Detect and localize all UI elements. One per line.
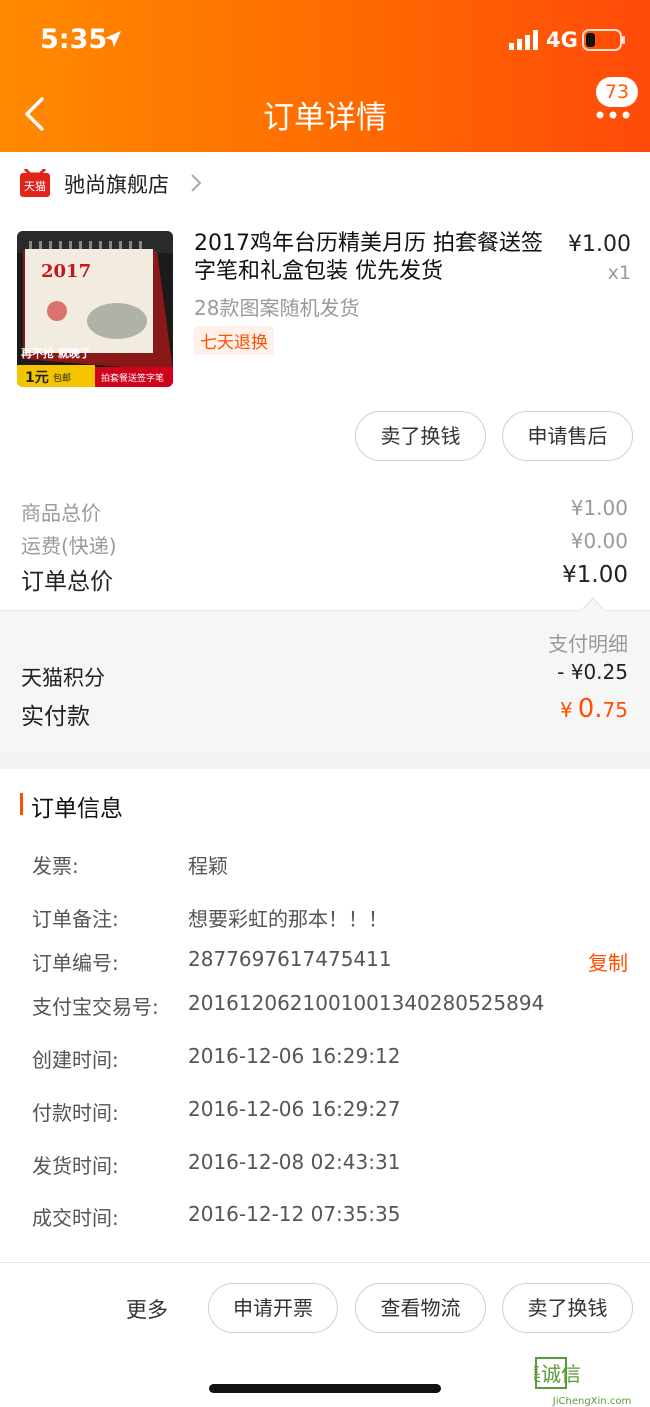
request-invoice-button[interactable]: 申请开票: [208, 1283, 338, 1333]
product-image-promo-sub: 包邮: [53, 372, 71, 384]
order-number-value: 2877697617475411: [188, 947, 392, 971]
watermark-logo: 集诚信 JiChengXin.com: [534, 1357, 631, 1407]
chevron-right-icon: [191, 174, 202, 192]
product-image[interactable]: 2017 再不抢 就晚了 1元 包邮 拍套餐送签字笔: [17, 231, 173, 387]
completed-time-value: 2016-12-12 07:35:35: [188, 1202, 401, 1226]
view-logistics-button[interactable]: 查看物流: [355, 1283, 486, 1333]
order-total-value: ¥1.00: [562, 562, 628, 588]
payment-detail-link[interactable]: 支付明细: [548, 628, 628, 657]
invoice-label: 发票:: [32, 854, 79, 878]
status-time: 5:35: [40, 24, 108, 55]
top-header: 5:35 4G 订单详情 73: [0, 0, 650, 152]
tmall-points-label: 天猫积分: [21, 666, 105, 690]
sell-item-button[interactable]: 卖了换钱: [355, 411, 486, 461]
caret-up-icon: [581, 597, 605, 611]
paid-currency: ¥: [559, 698, 573, 722]
battery-icon: [582, 29, 625, 51]
product-quantity: x1: [607, 262, 631, 284]
page-title: 订单详情: [263, 100, 387, 136]
goods-total-value: ¥1.00: [570, 496, 628, 520]
invoice-value: 程颖: [188, 854, 228, 878]
product-price: ¥1.00: [568, 232, 631, 257]
home-indicator[interactable]: [209, 1384, 441, 1393]
store-name[interactable]: 驰尚旗舰店: [64, 169, 169, 199]
tmall-logo-icon: 天猫: [20, 169, 50, 197]
product-image-promo: 1元: [25, 370, 49, 386]
tmall-points-value: - ¥0.25: [557, 660, 628, 684]
shipped-time-label: 发货时间:: [32, 1154, 119, 1178]
more-options-icon[interactable]: [596, 111, 630, 119]
goods-total-label: 商品总价: [21, 501, 101, 525]
section-accent-bar: [20, 793, 23, 815]
sell-order-button[interactable]: 卖了换钱: [502, 1283, 633, 1333]
watermark-text: 集诚信: [534, 1362, 581, 1386]
tmall-logo-text: 天猫: [24, 180, 46, 193]
paid-decimal: 75: [602, 698, 628, 722]
return-policy-tag: 七天退换: [194, 326, 274, 355]
product-sku: 28款图案随机发货: [194, 296, 360, 320]
store-row[interactable]: 天猫 驰尚旗舰店: [0, 152, 650, 214]
product-image-banner: 拍套餐送签字笔: [101, 372, 164, 384]
order-note-label: 订单备注:: [32, 907, 119, 931]
created-time-value: 2016-12-06 16:29:12: [188, 1044, 401, 1068]
network-type: 4G: [546, 28, 578, 52]
shipped-time-value: 2016-12-08 02:43:31: [188, 1150, 401, 1174]
alipay-trade-no-label: 支付宝交易号:: [32, 995, 159, 1019]
completed-time-label: 成交时间:: [32, 1206, 119, 1230]
created-time-label: 创建时间:: [32, 1048, 119, 1072]
after-sale-button[interactable]: 申请售后: [502, 411, 633, 461]
section-divider: [0, 753, 650, 769]
order-info-title: 订单信息: [31, 796, 123, 822]
amount-paid-value: ¥ 0.75: [560, 694, 628, 724]
more-actions-button[interactable]: 更多: [126, 1294, 168, 1324]
product-image-year: 2017: [41, 261, 91, 282]
order-total-label: 订单总价: [21, 569, 113, 595]
paid-time-label: 付款时间:: [32, 1101, 119, 1125]
amount-paid-label: 实付款: [21, 704, 90, 730]
paid-time-value: 2016-12-06 16:29:27: [188, 1097, 401, 1121]
freight-value: ¥0.00: [570, 529, 628, 553]
product-title[interactable]: 2017鸡年台历精美月历 拍套餐送签字笔和礼盒包装 优先发货: [194, 230, 544, 286]
message-count-badge: 73: [596, 77, 638, 107]
copy-order-number-button[interactable]: 复制: [588, 947, 628, 976]
location-arrow-icon: [104, 30, 122, 48]
product-image-slogan: 再不抢 就晚了: [21, 346, 91, 360]
order-number-label: 订单编号:: [32, 951, 119, 975]
order-note-value: 想要彩虹的那本！！！: [188, 907, 388, 931]
paid-integer: 0.: [577, 694, 603, 724]
watermark-url: JiChengXin.com: [552, 1396, 631, 1407]
alipay-trade-no-value: 2016120621001001340280525894: [188, 991, 545, 1015]
signal-icon: [509, 30, 538, 50]
freight-label: 运费(快递): [21, 534, 117, 558]
